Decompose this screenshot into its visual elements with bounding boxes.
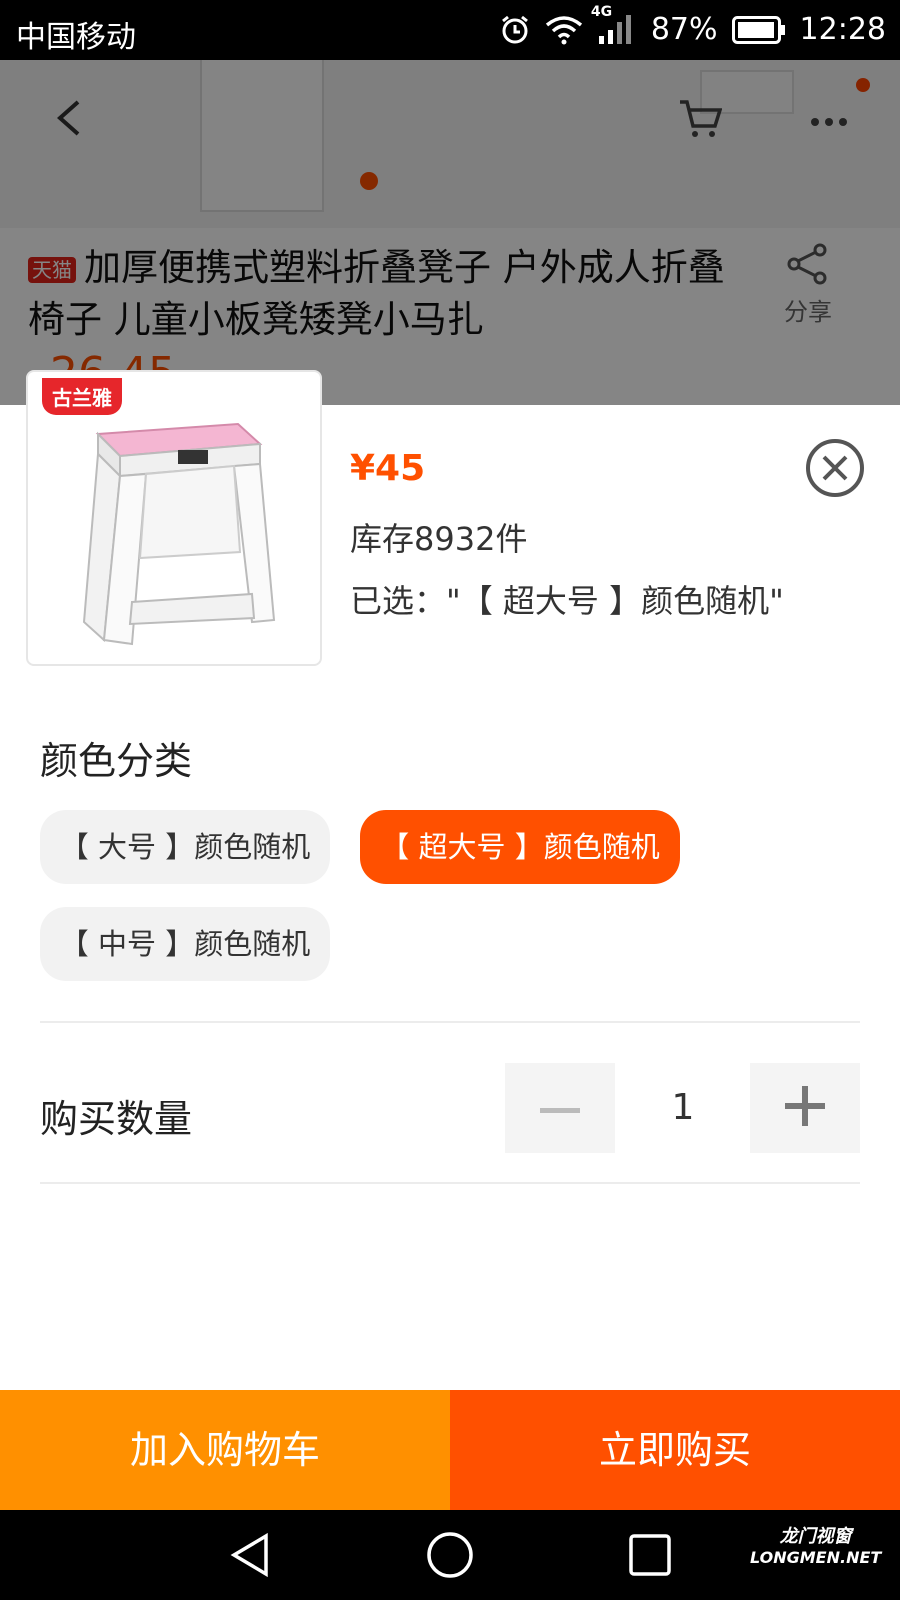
close-button[interactable] [805, 438, 865, 498]
battery-icon [731, 15, 786, 44]
selected-variant: 已选："【 超大号 】颜色随机" [350, 582, 784, 620]
add-to-cart-button[interactable]: 加入购物车 [0, 1390, 450, 1510]
nav-back-icon[interactable] [228, 1532, 272, 1582]
modal-overlay[interactable] [0, 60, 900, 405]
option-chip-large[interactable]: 【 大号 】颜色随机 [40, 810, 330, 884]
watermark-cn: 龙门视窗 [779, 1526, 852, 1547]
clock: 12:28 [799, 12, 886, 47]
stool-image [82, 422, 276, 646]
option-chip-medium[interactable]: 【 中号 】颜色随机 [40, 907, 330, 981]
buy-now-button[interactable]: 立即购买 [450, 1390, 900, 1510]
nav-recents-icon[interactable] [628, 1532, 672, 1582]
quantity-increase-button[interactable] [750, 1063, 860, 1153]
network-type: 4G [590, 3, 613, 20]
battery-percent: 87% [650, 12, 718, 47]
section-divider [40, 1021, 860, 1023]
carrier-name: 中国移动 [16, 20, 136, 55]
status-icons: 4G 87% 12:28 [499, 4, 886, 47]
signal-icon: 4G [591, 4, 633, 46]
wifi-icon [545, 15, 583, 45]
plus-icon [785, 1086, 825, 1130]
status-bar: 中国移动 4G 87% 12:28 [0, 0, 900, 60]
watermark: 龙门视窗 LONGMEN.NET [750, 1522, 881, 1567]
watermark-en: LONGMEN.NET [750, 1548, 882, 1567]
quantity-value[interactable]: 1 [616, 1063, 750, 1153]
close-icon [805, 439, 865, 502]
minus-icon [540, 1099, 580, 1118]
color-section-label: 颜色分类 [40, 739, 193, 783]
nav-home-icon[interactable] [425, 1532, 475, 1582]
sku-price: ¥45 [350, 448, 426, 489]
system-navigation-bar: 龙门视窗 LONGMEN.NET [0, 1510, 900, 1600]
product-thumbnail: 古兰雅 [26, 370, 322, 666]
quantity-decrease-button[interactable] [505, 1063, 615, 1153]
section-divider [40, 1182, 860, 1184]
stock-count: 库存8932件 [350, 520, 528, 558]
quantity-label: 购买数量 [40, 1097, 193, 1141]
option-chip-xlarge-selected[interactable]: 【 超大号 】颜色随机 [360, 810, 680, 884]
alarm-icon [499, 14, 531, 46]
